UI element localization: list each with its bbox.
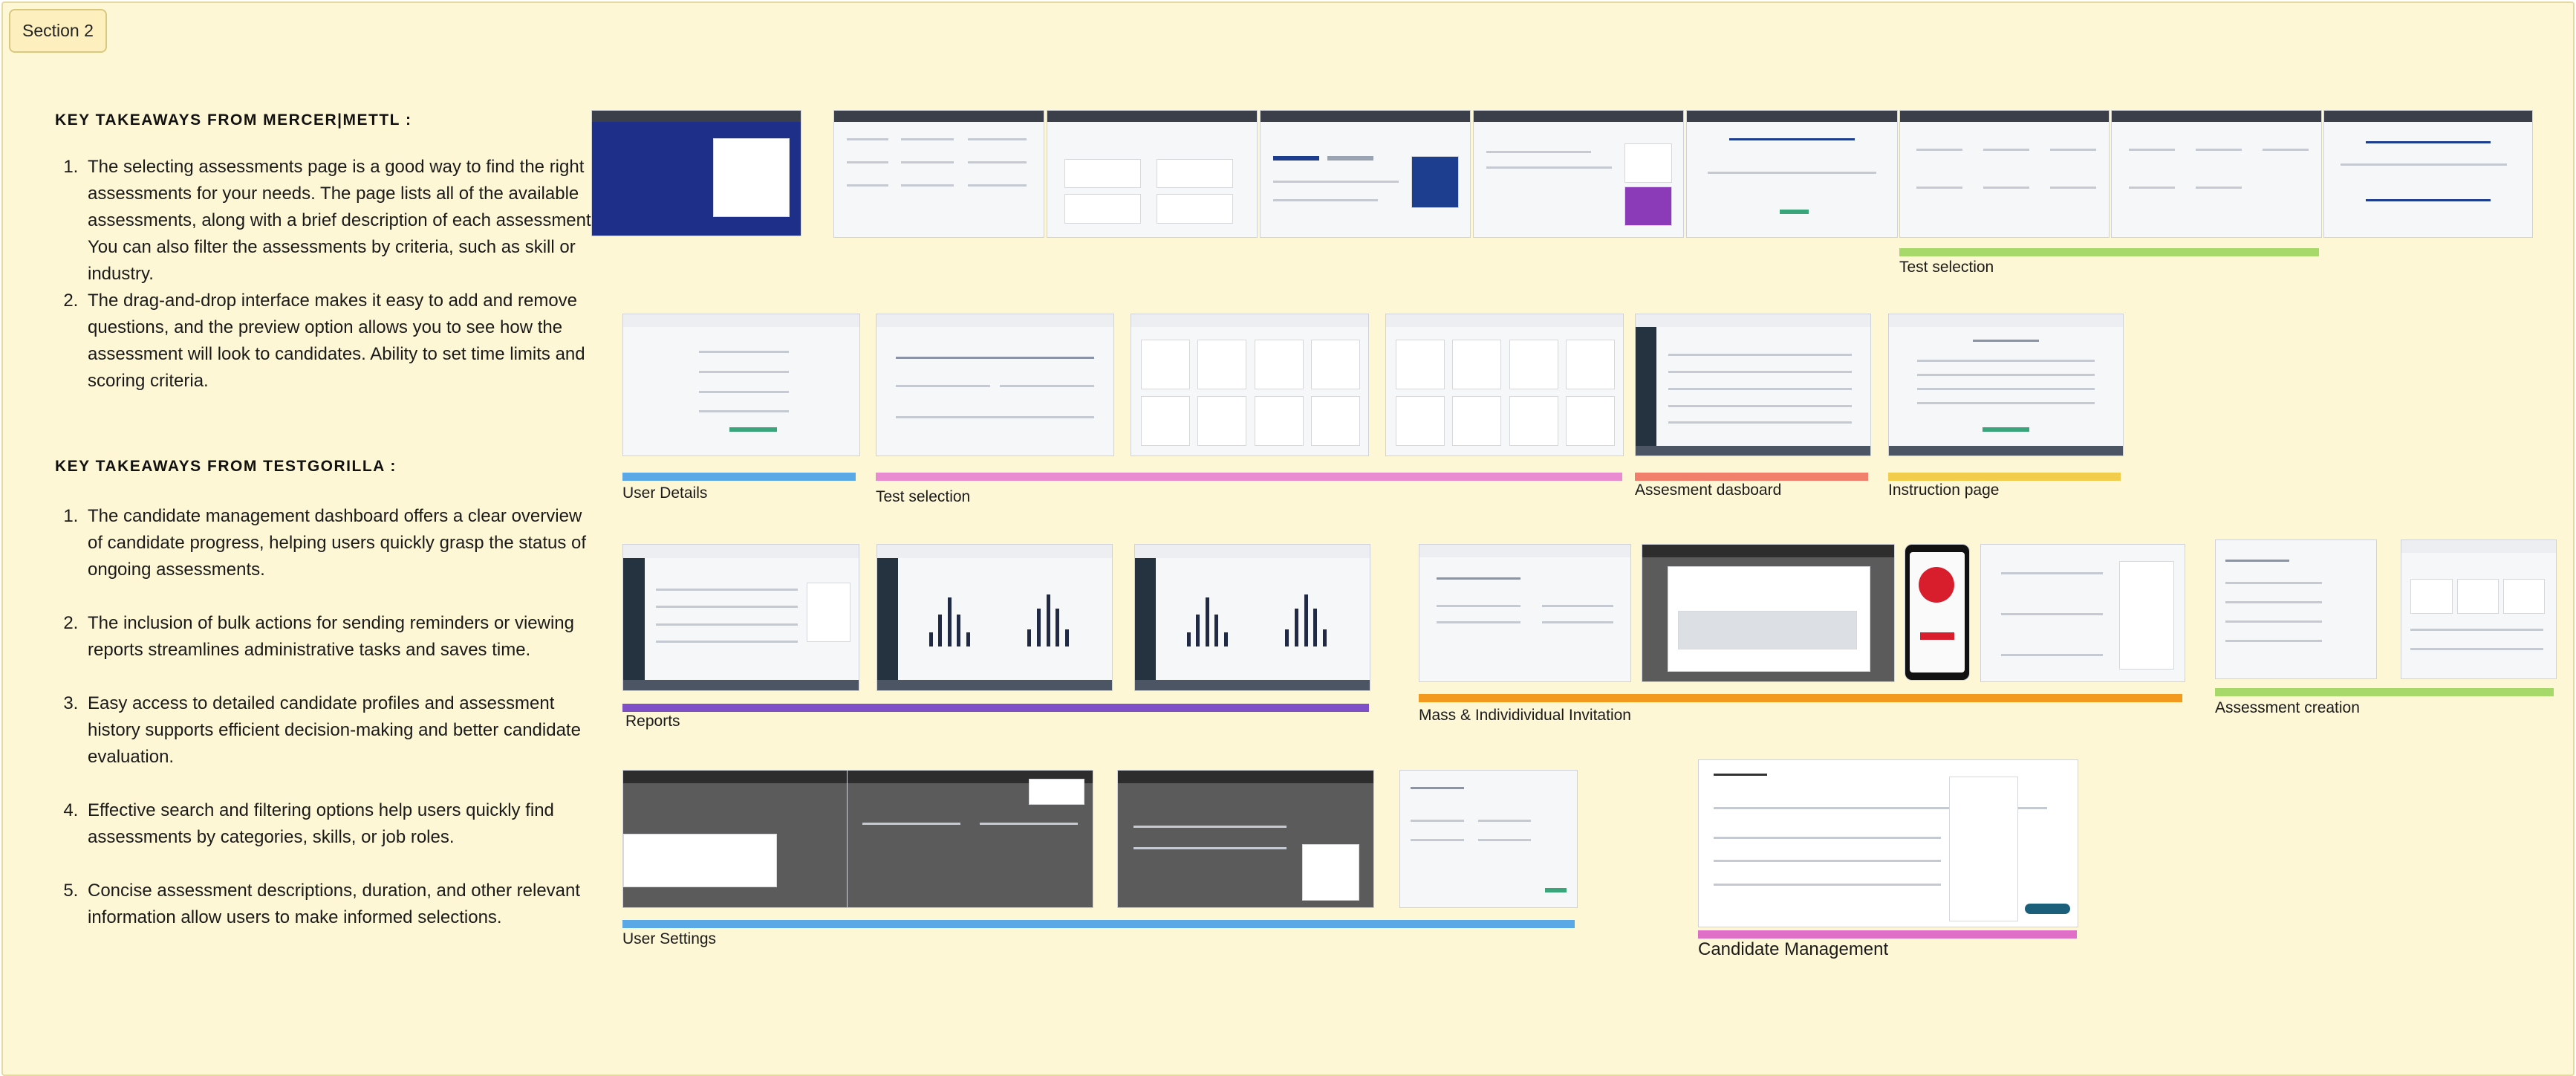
caption-user-settings: User Settings [622,930,717,947]
screenshot-instruction-page[interactable] [1888,314,2124,456]
color-strip-invitation [1419,694,2182,702]
caption-user-details: User Details [622,484,708,502]
list-item: The candidate management dashboard offer… [83,503,597,583]
testgorilla-takeaways-list: The candidate management dashboard offer… [55,503,597,931]
screenshot-mercer-list-2[interactable] [2111,110,2322,238]
color-strip-reports [622,704,1369,712]
screenshot-assessment-creation-1[interactable] [2215,539,2377,679]
screenshot-mercer-catalog[interactable] [833,110,1044,238]
mercer-takeaways-list: The selecting assessments page is a good… [55,154,597,395]
screenshot-user-settings-2[interactable] [847,770,1093,908]
screenshot-candidate-management[interactable] [1698,759,2078,927]
color-strip-tg-test-selection [876,473,1622,481]
screenshot-tg-test-selection-2[interactable] [1131,314,1369,456]
list-item: The selecting assessments page is a good… [83,154,597,288]
color-strip-user-details [622,473,856,481]
screenshot-reports-2[interactable] [876,544,1113,691]
color-strip-test-selection [1899,248,2319,256]
list-item: The drag-and-drop interface makes it eas… [83,288,597,395]
screenshot-invite-phone[interactable] [1905,544,1970,681]
caption-candidate-management: Candidate Management [1698,939,1889,959]
screenshot-invite-modal[interactable] [1642,544,1895,682]
screenshot-reports-1[interactable] [622,544,859,691]
caption-instruction-page: Instruction page [1888,482,2000,499]
caption-test-selection: Test selection [1899,259,1994,276]
screenshot-assessment-creation-2[interactable] [2401,539,2557,679]
screenshot-mercer-potential[interactable] [1686,110,1898,238]
screenshot-reports-3[interactable] [1134,544,1370,691]
caption-reports: Reports [625,713,680,730]
color-strip-assessment-creation [2215,688,2554,696]
list-item: The inclusion of bulk actions for sendin… [83,610,597,664]
screenshot-mercer-list-1[interactable] [1899,110,2110,238]
screenshot-tg-test-selection-1[interactable] [876,314,1114,456]
screenshot-user-settings-1[interactable] [622,770,869,908]
color-strip-candidate-management [1698,930,2077,939]
screenshot-assessment-dashboard[interactable] [1635,314,1871,456]
screenshot-user-details[interactable] [622,314,860,456]
color-strip-instruction-page [1888,473,2121,481]
color-strip-assessment-dashboard [1635,473,1868,481]
caption-invitation: Mass & Individividual Invitation [1419,707,1631,724]
screenshot-mercer-landing[interactable] [591,110,801,236]
mercer-heading: KEY TAKEAWAYS FROM MERCER|METTL : [55,111,412,129]
caption-assessment-dashboard: Assesment dasboard [1635,482,1782,499]
screenshot-invite-list[interactable] [1980,544,2185,682]
color-strip-user-settings [622,920,1575,928]
screenshot-invite-form[interactable] [1419,544,1631,682]
list-item: Concise assessment descriptions, duratio… [83,878,597,931]
screenshot-user-settings-3[interactable] [1117,770,1374,908]
screenshot-tg-test-selection-3[interactable] [1385,314,1624,456]
caption-assessment-creation: Assessment creation [2215,699,2360,716]
caption-tg-test-selection: Test selection [876,488,971,505]
screenshot-user-settings-4[interactable] [1399,770,1578,908]
screenshot-mercer-customize[interactable] [1047,110,1258,238]
list-item: Effective search and filtering options h… [83,797,597,851]
screenshot-mercer-steps[interactable] [2323,110,2533,238]
screenshot-mercer-test-detail[interactable] [1473,110,1684,238]
section-board: Section 2 KEY TAKEAWAYS FROM MERCER|METT… [1,1,2575,1076]
section-label[interactable]: Section 2 [9,9,107,53]
screenshot-mercer-framework[interactable] [1260,110,1471,238]
list-item: Easy access to detailed candidate profil… [83,690,597,771]
testgorilla-heading: KEY TAKEAWAYS FROM TESTGORILLA : [55,458,397,475]
